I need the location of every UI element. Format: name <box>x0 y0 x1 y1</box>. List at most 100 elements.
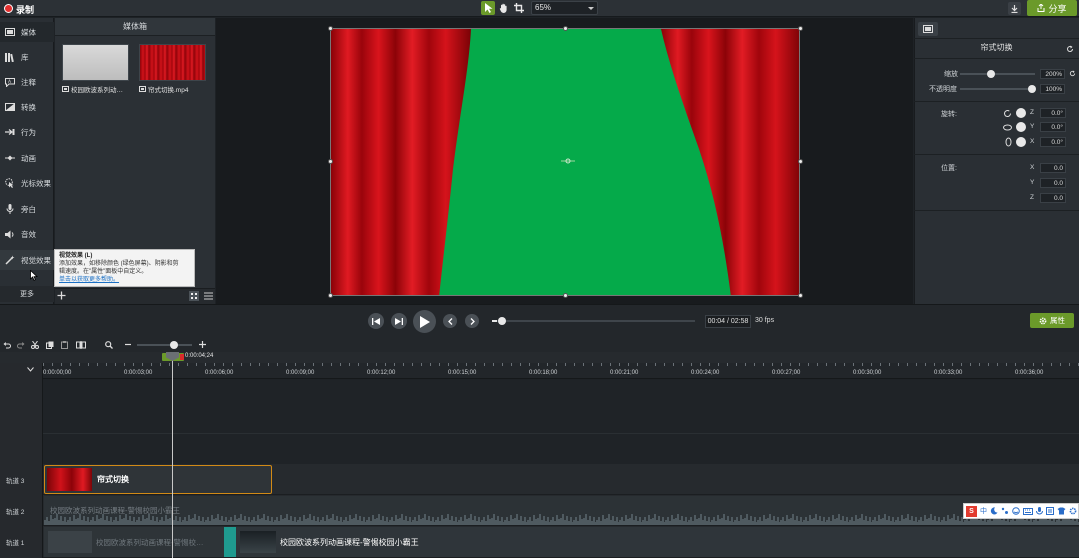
list-view-icon[interactable] <box>204 292 213 300</box>
select-tool-button[interactable] <box>481 1 495 15</box>
resize-handle[interactable] <box>798 159 803 164</box>
scale-slider[interactable] <box>960 70 1035 78</box>
media-icon <box>5 27 15 37</box>
slider-knob[interactable] <box>1028 85 1036 93</box>
previous-button[interactable] <box>443 314 457 328</box>
zoom-select[interactable]: 65% <box>531 1 598 15</box>
ruler-ticks <box>43 363 1079 369</box>
play-button[interactable] <box>413 310 436 333</box>
mouse-cursor-icon <box>30 270 38 281</box>
properties-button[interactable]: 属性 <box>1030 313 1074 328</box>
redo-icon[interactable] <box>17 341 25 349</box>
plus-icon[interactable] <box>57 291 66 300</box>
sidebar-item-library[interactable]: 库 <box>0 47 54 67</box>
chevron-down-icon[interactable] <box>27 367 34 372</box>
reset-icon[interactable] <box>1069 70 1076 77</box>
sidebar-item-animation[interactable]: 动画 <box>0 148 54 168</box>
clip-thumbnail <box>240 531 276 553</box>
split-icon[interactable] <box>76 341 86 349</box>
rotation-x-field[interactable]: 0.0° <box>1040 137 1066 147</box>
playhead-out-marker[interactable] <box>180 354 184 360</box>
clip-label: 校园欧波系列动画课程-警惕校… <box>96 538 204 547</box>
resize-handle[interactable] <box>563 26 568 31</box>
crop-tool-button[interactable] <box>512 1 526 15</box>
keyboard-icon[interactable] <box>1023 507 1033 515</box>
slider-knob[interactable] <box>170 341 178 349</box>
position-y-field[interactable]: 0.0 <box>1040 178 1066 188</box>
emoji-icon[interactable] <box>1012 507 1020 515</box>
properties-tab[interactable] <box>918 22 938 36</box>
ruler-tick-label: 0:00:18;00 <box>529 370 558 376</box>
behavior-icon <box>5 127 15 137</box>
resize-handle[interactable] <box>328 159 333 164</box>
sidebar-item-behavior[interactable]: 行为 <box>0 122 54 142</box>
scissors-icon[interactable] <box>31 341 39 349</box>
ime-mode[interactable]: 中 <box>980 506 987 516</box>
undo-icon[interactable] <box>3 341 11 349</box>
record-icon[interactable] <box>4 4 13 13</box>
tooltip-line: 添加效果，如移除颜色 (绿色屏幕)、阴影和剪 <box>59 261 179 267</box>
voice-icon[interactable] <box>1036 507 1043 515</box>
timeline-zoom-slider[interactable] <box>137 344 192 346</box>
sidebar-item-transition[interactable]: 转换 <box>0 97 54 117</box>
step-forward-button[interactable] <box>391 313 407 329</box>
reset-icon[interactable] <box>1066 45 1074 53</box>
axis-label: Z <box>1030 194 1034 201</box>
next-button[interactable] <box>465 314 479 328</box>
gear-icon[interactable] <box>1069 507 1077 515</box>
share-button[interactable]: 分享 <box>1027 0 1077 16</box>
resize-handle[interactable] <box>328 26 333 31</box>
sidebar-item-label: 媒体 <box>21 27 36 37</box>
grid-view-icon[interactable] <box>189 291 199 301</box>
resize-handle[interactable] <box>798 26 803 31</box>
resize-handle[interactable] <box>328 293 333 298</box>
sidebar-item-audio-effect[interactable]: 音效 <box>0 224 54 244</box>
moon-icon[interactable] <box>990 507 998 515</box>
playhead-line[interactable] <box>172 356 173 558</box>
media-thumbnail[interactable] <box>62 44 129 81</box>
rotate-x-knob[interactable] <box>1016 137 1026 147</box>
media-thumbnail[interactable] <box>139 44 206 81</box>
sidebar-item-visual-effect[interactable]: 视觉效果 <box>0 250 54 270</box>
rotate-x-icon <box>1005 137 1012 147</box>
record-button-label[interactable]: 录制 <box>16 3 34 16</box>
play-icon <box>419 315 430 328</box>
sidebar-item-narration[interactable]: 旁白 <box>0 199 54 219</box>
sidebar-item-cursor-effect[interactable]: 光标效果 <box>0 173 54 193</box>
punctuation-icon[interactable] <box>1001 507 1009 515</box>
zoom-in-icon[interactable] <box>199 341 206 348</box>
opacity-slider[interactable] <box>960 85 1036 93</box>
scrub-knob[interactable] <box>498 317 506 325</box>
resize-handle[interactable] <box>563 293 568 298</box>
resize-handle[interactable] <box>798 293 803 298</box>
pan-tool-button[interactable] <box>497 1 511 15</box>
ime-logo[interactable]: S <box>966 505 977 517</box>
axis-label: X <box>1030 164 1035 171</box>
zoom-out-icon[interactable] <box>125 343 131 346</box>
video-properties-icon <box>923 25 933 33</box>
more-button[interactable]: 更多 <box>0 286 54 302</box>
rotate-z-knob[interactable] <box>1016 108 1026 118</box>
scale-field[interactable]: 200% <box>1040 69 1065 79</box>
skin-icon[interactable] <box>1057 507 1066 515</box>
pointer-icon <box>484 3 492 13</box>
sidebar-item-media[interactable]: 媒体 <box>0 22 54 42</box>
position-z-field[interactable]: 0.0 <box>1040 193 1066 203</box>
position-x-field[interactable]: 0.0 <box>1040 163 1066 173</box>
sidebar-item-label: 转换 <box>21 102 36 112</box>
sidebar-item-annotation[interactable]: A 注释 <box>0 72 54 92</box>
copy-icon[interactable] <box>46 341 54 349</box>
clip-label: 帘式切换 <box>97 475 129 484</box>
download-button[interactable] <box>1008 2 1021 15</box>
slider-knob[interactable] <box>987 70 995 78</box>
simplified-icon[interactable] <box>1046 507 1054 515</box>
paste-icon[interactable] <box>61 341 69 349</box>
rotation-z-field[interactable]: 0.0° <box>1040 108 1066 118</box>
scrub-bar[interactable] <box>497 320 695 322</box>
opacity-field[interactable]: 100% <box>1040 84 1065 94</box>
tooltip-help-link[interactable]: 单击以获取更多帮助。 <box>59 276 190 284</box>
rotation-y-field[interactable]: 0.0° <box>1040 122 1066 132</box>
rotate-y-knob[interactable] <box>1016 122 1026 132</box>
transition-marker[interactable] <box>224 527 236 557</box>
step-back-button[interactable] <box>368 313 384 329</box>
